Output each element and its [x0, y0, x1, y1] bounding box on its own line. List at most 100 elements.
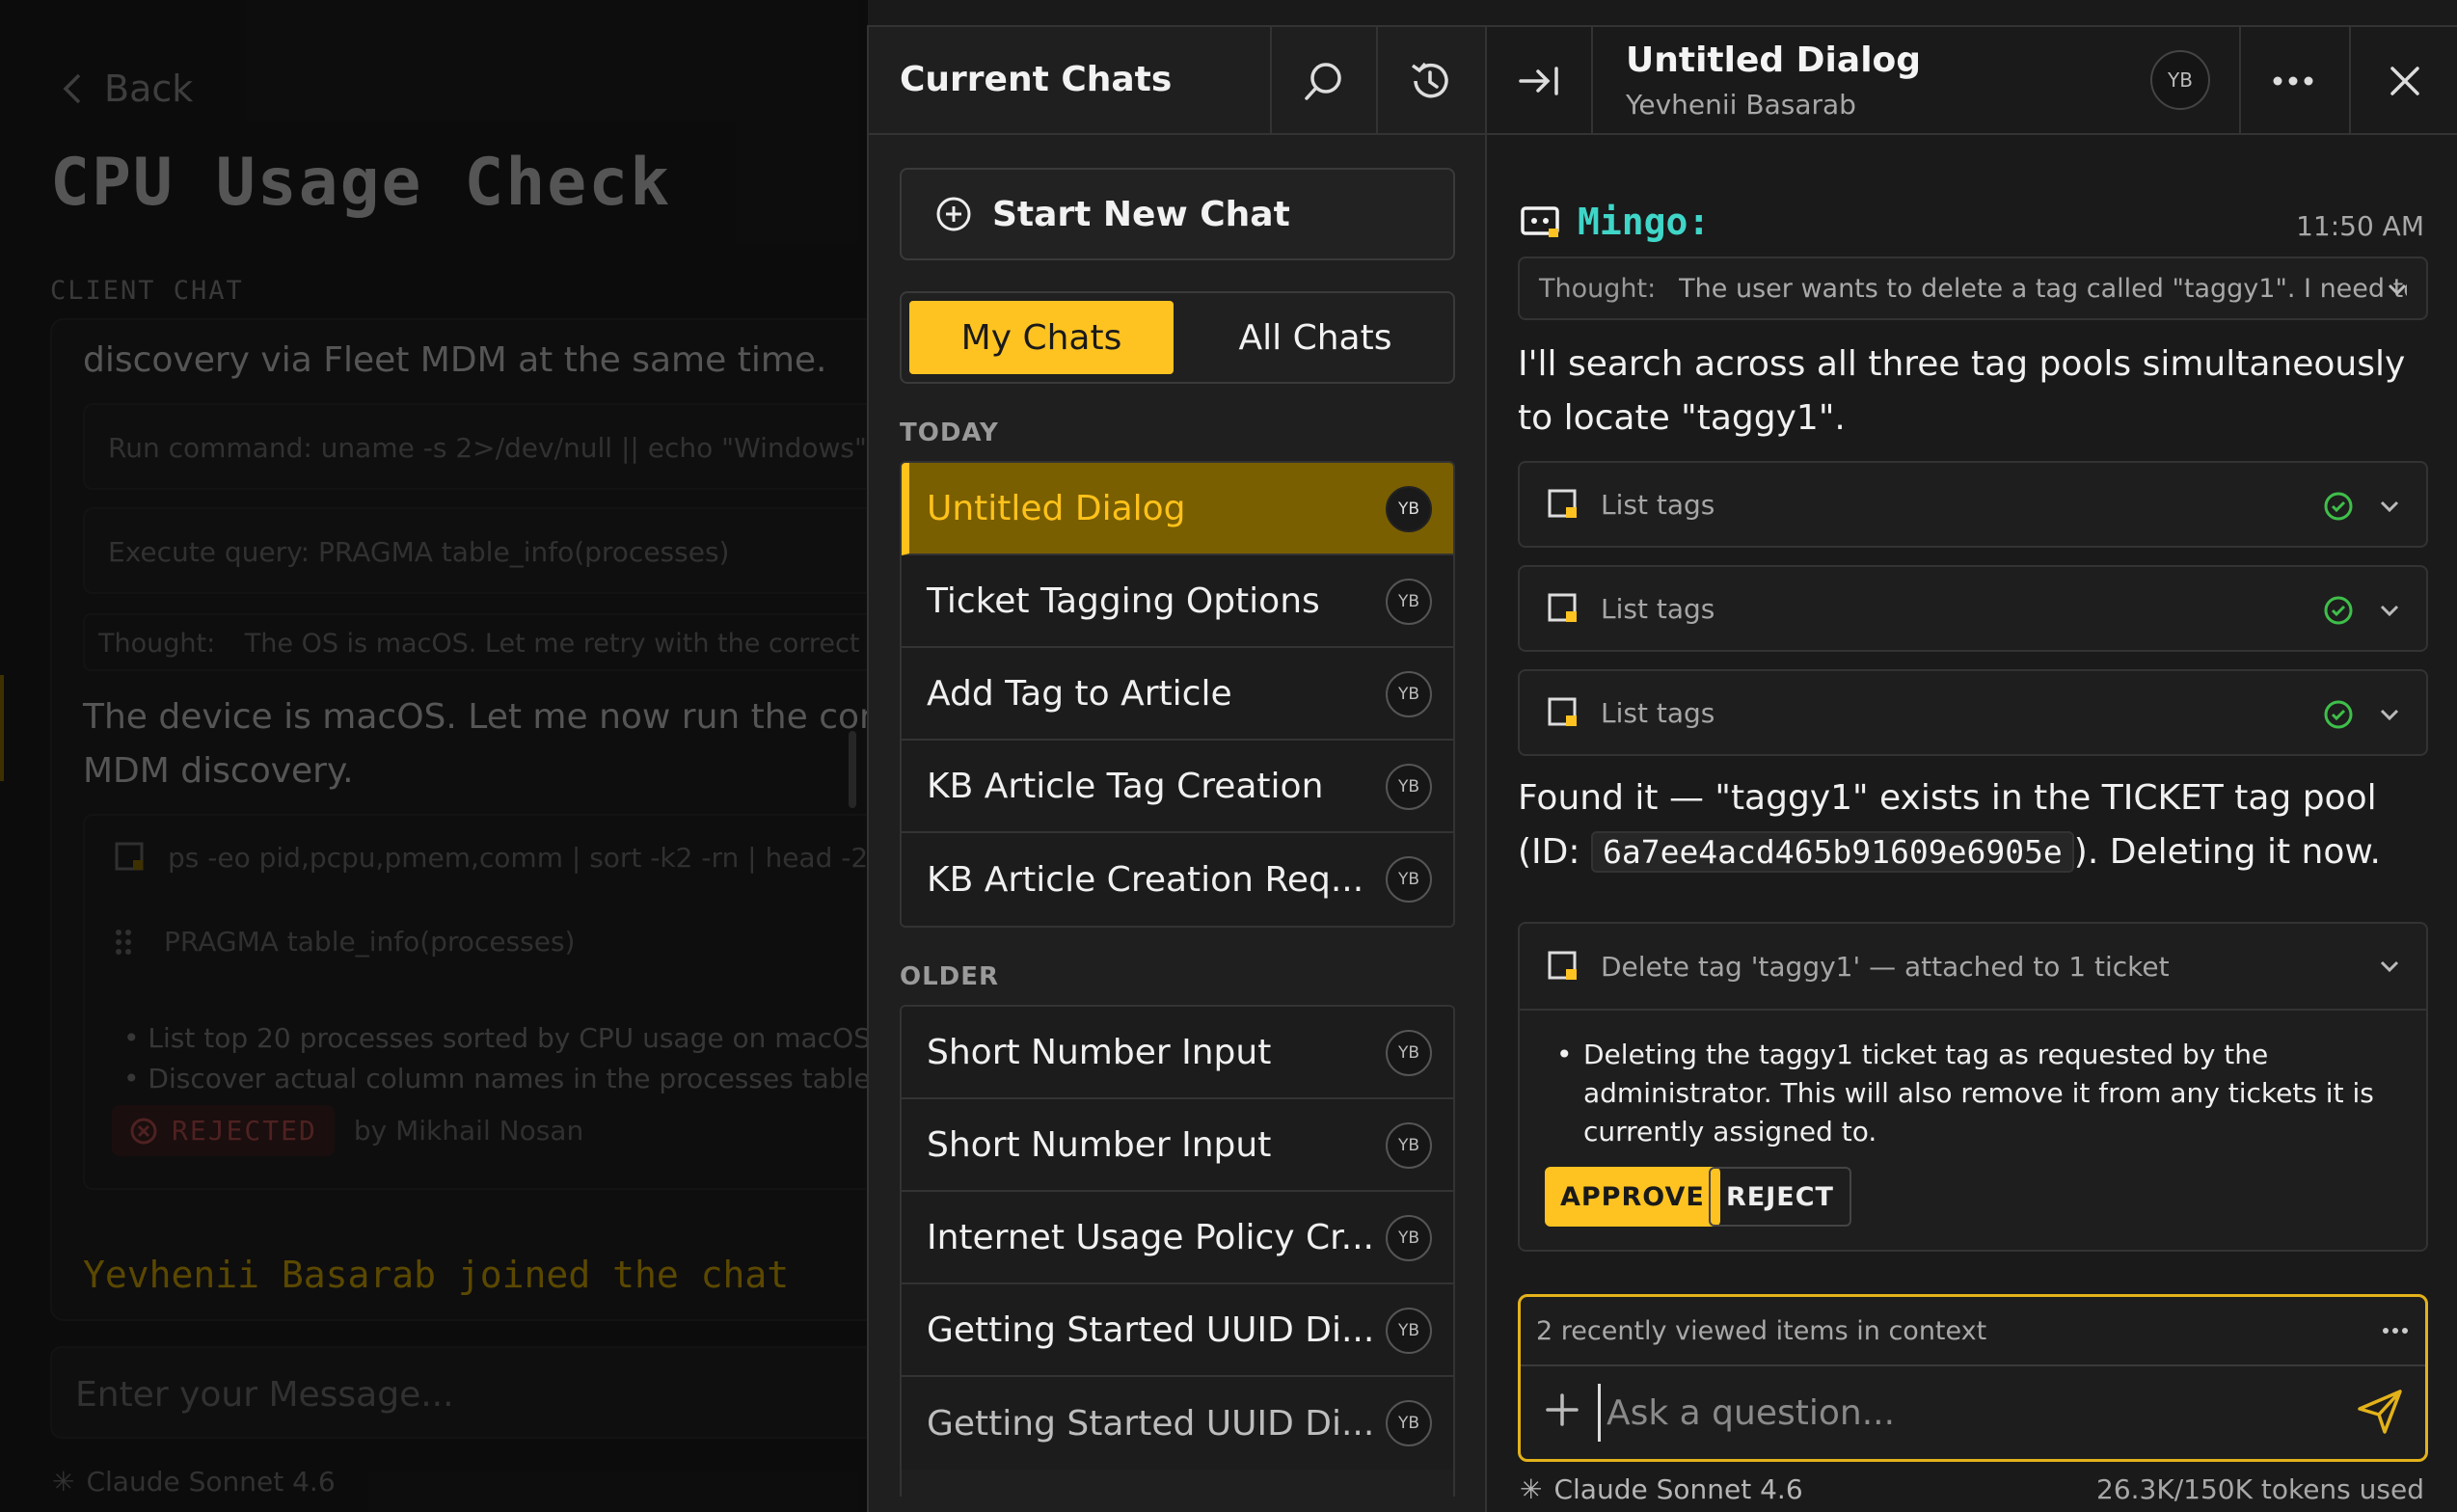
tool-call-row[interactable]: List tags	[1518, 565, 2428, 652]
avatar: YB	[1386, 671, 1432, 717]
bg-model-name: Claude Sonnet 4.6	[86, 1466, 336, 1498]
check-circle-icon	[2324, 492, 2353, 521]
bg-step-command[interactable]: Run command: uname -s 2>/dev/null || ech…	[83, 403, 868, 490]
back-label: Back	[104, 68, 194, 110]
avatar: YB	[1386, 764, 1432, 810]
approve-button[interactable]: APPROVE	[1545, 1167, 1720, 1227]
background-page: Back CPU Usage Check CLIENT CHAT discove…	[0, 0, 868, 1512]
chat-item[interactable]: KB Article Creation Req... YB	[902, 833, 1453, 926]
chat-item[interactable]: Getting Started UUID Di... YB	[902, 1377, 1453, 1470]
avatar[interactable]: YB	[2150, 50, 2210, 110]
collapse-sidebar-button[interactable]	[1487, 27, 1593, 135]
older-chat-list: Short Number Input YB Short Number Input Y…	[900, 1005, 1455, 1497]
message-text: Found it — "taggy1" exists in the TICKET…	[1518, 771, 2444, 879]
message-text: I'll search across all three tag pools s…	[1518, 344, 2406, 438]
chat-item[interactable]: Short Number Input YB	[902, 1099, 1453, 1192]
bg-thought-text: The OS is macOS. Let me retry with the c…	[244, 629, 868, 659]
approval-header[interactable]: Delete tag 'taggy1' — attached to 1 tick…	[1520, 924, 2426, 1011]
search-button[interactable]	[1270, 27, 1376, 135]
arrow-right-to-line-icon	[1519, 67, 1558, 95]
send-icon[interactable]	[2354, 1386, 2406, 1438]
bg-tool-row[interactable]: ps -eo pid,pcpu,pmem,comm | sort -k2 -rn…	[114, 841, 868, 874]
chat-item[interactable]: Untitled Dialog YB	[902, 463, 1453, 555]
avatar: YB	[1386, 856, 1432, 903]
approval-card: Delete tag 'taggy1' — attached to 1 tick…	[1518, 922, 2428, 1252]
tool-call-row[interactable]: List tags	[1518, 669, 2428, 756]
tool-icon	[1548, 489, 1577, 518]
chats-header: Current Chats	[869, 27, 1486, 135]
page-title: CPU Usage Check	[50, 145, 672, 221]
bg-rejected-row: REJECTED by Mikhail Nosan	[112, 1105, 583, 1156]
chevron-down-icon	[2380, 500, 2399, 513]
dialog-panel: Untitled Dialog Yevhenii Basarab YB Ming…	[1485, 25, 2457, 1512]
reject-button[interactable]: REJECT	[1709, 1167, 1851, 1227]
bg-thought[interactable]: Thought: The OS is macOS. Let me retry w…	[83, 613, 868, 671]
approval-description: Deleting the taggy1 ticket tag as reques…	[1556, 1036, 2415, 1151]
chevron-down-icon	[2380, 605, 2399, 617]
message-time: 11:50 AM	[2296, 210, 2424, 242]
search-icon	[1305, 63, 1341, 100]
chats-panel: Current Chats Start New Chat My Chats Al…	[867, 25, 1486, 1512]
chat-item-title: Getting Started UUID Di...	[927, 1310, 1375, 1350]
close-button[interactable]	[2349, 27, 2457, 135]
chat-item-title: Internet Usage Policy Cr...	[927, 1217, 1374, 1257]
thought-toggle[interactable]: Thought: The user wants to delete a tag …	[1518, 256, 2428, 320]
thought-text: The user wants to delete a tag called "t…	[1679, 273, 2407, 304]
tool-label: List tags	[1601, 488, 1715, 521]
chat-item[interactable]: Getting Started UUID Di... YB	[902, 1284, 1453, 1377]
bg-step-query[interactable]: Execute query: PRAGMA table_info(process…	[83, 507, 868, 594]
tool-call-row[interactable]: List tags	[1518, 461, 2428, 548]
tab-all-chats[interactable]: All Chats	[1183, 301, 1447, 374]
tab-my-chats[interactable]: My Chats	[909, 301, 1174, 374]
token-usage: 26.3K/150K tokens used	[2096, 1473, 2424, 1505]
plus-icon[interactable]	[1542, 1390, 1582, 1430]
avatar: YB	[1386, 1400, 1432, 1446]
ask-question-input[interactable]	[1598, 1384, 2331, 1442]
chat-item-title: Untitled Dialog	[927, 488, 1186, 528]
bg-message-input[interactable]: Enter your Message...	[50, 1346, 868, 1439]
start-new-chat-button[interactable]: Start New Chat	[900, 168, 1455, 260]
back-link[interactable]: Back	[62, 68, 193, 110]
avatar: YB	[1386, 486, 1432, 532]
chat-item[interactable]: KB Article Tag Creation YB	[902, 741, 1453, 833]
plus-circle-icon	[936, 197, 971, 231]
section-older: OLDER	[900, 962, 1000, 991]
bg-accent-bar	[0, 675, 4, 781]
history-button[interactable]	[1376, 27, 1482, 135]
bg-tool-label: ps -eo pid,pcpu,pmem,comm | sort -k2 -rn…	[168, 841, 868, 874]
close-icon	[2390, 67, 2419, 95]
dialog-title: Untitled Dialog	[1626, 40, 1922, 80]
chevron-down-icon	[2388, 284, 2407, 296]
more-horizontal-icon[interactable]	[2381, 1316, 2410, 1345]
chat-item[interactable]: Short Number Input YB	[902, 1007, 1453, 1099]
rejected-by: by Mikhail Nosan	[353, 1115, 584, 1147]
joined-notice: Yevhenii Basarab joined the chat	[83, 1254, 790, 1296]
tool-icon	[1548, 593, 1577, 622]
context-bar[interactable]: 2 recently viewed items in context	[1521, 1297, 2425, 1366]
approval-title: Delete tag 'taggy1' — attached to 1 tick…	[1601, 950, 2170, 983]
bg-scrollbar[interactable]	[849, 731, 856, 808]
chat-item[interactable]: Internet Usage Policy Cr... YB	[902, 1192, 1453, 1284]
model-label[interactable]: ✳ Claude Sonnet 4.6	[1520, 1473, 1803, 1505]
rejected-label: REJECTED	[172, 1115, 317, 1147]
tool-icon	[115, 842, 144, 871]
chevron-down-icon	[2380, 709, 2399, 721]
bg-message: discovery via Fleet MDM at the same time…	[83, 340, 827, 380]
avatar: YB	[1386, 1215, 1432, 1261]
bot-icon	[1521, 206, 1559, 237]
today-chat-list: Untitled Dialog YB Ticket Tagging Options…	[900, 461, 1455, 928]
section-today: TODAY	[900, 418, 999, 447]
chat-item[interactable]: Ticket Tagging Options YB	[902, 555, 1453, 648]
tool-label: List tags	[1601, 696, 1715, 729]
bg-tool-row[interactable]: PRAGMA table_info(processes)	[114, 926, 575, 958]
avatar: YB	[1386, 1030, 1432, 1076]
tool-label: List tags	[1601, 592, 1715, 625]
chat-item-title: Short Number Input	[927, 1124, 1272, 1165]
bg-message-line: MDM discovery.	[83, 751, 354, 791]
more-options-button[interactable]	[2239, 27, 2345, 135]
check-circle-icon	[2324, 700, 2353, 729]
tag-id-code: 6a7ee4acd465b91609e6905e	[1590, 831, 2074, 873]
chat-item[interactable]: Add Tag to Article YB	[902, 648, 1453, 741]
start-new-chat-label: Start New Chat	[992, 194, 1290, 234]
chevron-down-icon	[2380, 960, 2399, 973]
